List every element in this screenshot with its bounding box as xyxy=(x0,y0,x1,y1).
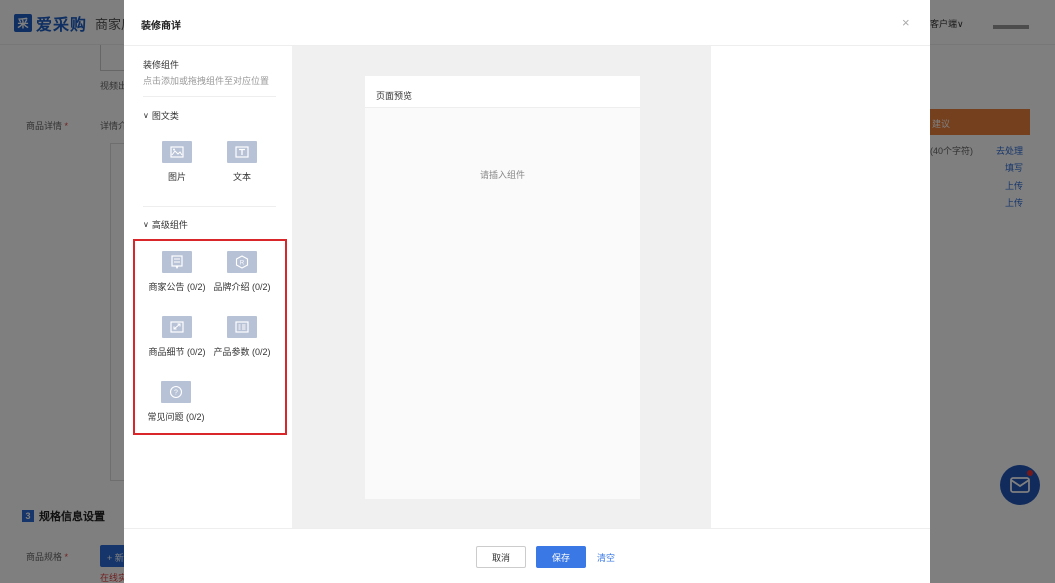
image-icon xyxy=(162,141,192,163)
component-panel-hint: 点击添加或拖拽组件至对应位置 xyxy=(143,76,270,86)
component-label: 图片 xyxy=(167,172,186,182)
preview-title: 页面预览 xyxy=(365,76,640,108)
save-button[interactable]: 保存 xyxy=(536,546,586,568)
close-icon[interactable]: × xyxy=(902,15,910,30)
divider xyxy=(143,96,276,97)
modal-header: 装修商详 × xyxy=(124,0,930,46)
highlight-annotation-box xyxy=(133,239,287,435)
modal-title: 装修商详 xyxy=(141,21,181,32)
text-icon xyxy=(227,141,257,163)
clear-button[interactable]: 清空 xyxy=(592,546,620,568)
divider xyxy=(143,206,276,207)
settings-panel xyxy=(711,46,930,528)
component-text[interactable]: 文本 xyxy=(211,141,273,183)
cancel-button[interactable]: 取消 xyxy=(476,546,526,568)
phone-preview[interactable]: 页面预览 请插入组件 xyxy=(365,76,640,499)
group-toggle-graphic[interactable]: ∨ 图文类 xyxy=(143,109,179,122)
group-label: 高级组件 xyxy=(151,220,188,230)
chevron-down-icon: ∨ xyxy=(143,220,149,229)
group-label: 图文类 xyxy=(151,111,179,121)
component-label: 文本 xyxy=(232,172,251,182)
component-image[interactable]: 图片 xyxy=(146,141,208,183)
preview-empty-text: 请插入组件 xyxy=(479,170,525,180)
preview-area: 页面预览 请插入组件 xyxy=(292,46,711,528)
component-panel-title: 装修组件 xyxy=(143,60,180,70)
chevron-down-icon: ∨ xyxy=(143,111,149,120)
group-toggle-advanced[interactable]: ∨ 高级组件 xyxy=(143,218,188,231)
modal-footer: 取消 保存 清空 xyxy=(124,528,930,583)
